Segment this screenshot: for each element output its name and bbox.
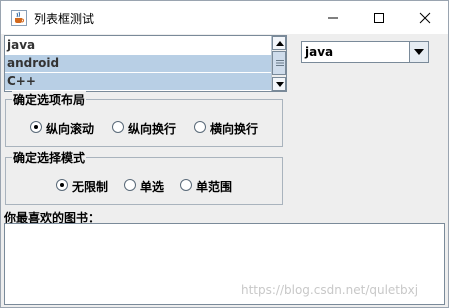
layout-group-title: 确定选项布局 [12, 91, 87, 108]
radio-dot [34, 125, 38, 129]
radio-label: 单范围 [196, 180, 233, 194]
scroll-up-button[interactable] [272, 36, 286, 50]
maximize-icon [374, 13, 384, 23]
radio-label: 纵向滚动 [46, 122, 95, 136]
language-combo[interactable]: java [301, 41, 429, 63]
combo-dropdown-button[interactable] [409, 42, 428, 62]
list-item[interactable]: C++ [5, 73, 273, 90]
radio-indicator[interactable] [30, 121, 42, 133]
java-cup-icon [11, 10, 27, 26]
maximize-button[interactable] [356, 1, 402, 34]
list-item[interactable]: java [5, 37, 273, 54]
close-icon [419, 12, 431, 24]
radio-dot [60, 183, 64, 187]
mode-group: 确定选择模式 无限制 单选 单范围 [5, 149, 283, 205]
radio-label: 横向换行 [210, 122, 259, 136]
window-title: 列表框测试 [34, 12, 95, 26]
radio-indicator[interactable] [194, 121, 206, 133]
app-window: 列表框测试 java android C++ java 确定选项布局 纵向滚动 … [0, 0, 449, 308]
radio-label: 纵向换行 [128, 122, 177, 136]
grip-icon [276, 60, 284, 66]
language-list[interactable]: java android C++ [4, 35, 287, 92]
minimize-button[interactable] [310, 1, 356, 34]
radio-indicator[interactable] [180, 179, 192, 191]
list-item[interactable]: android [5, 55, 273, 72]
list-scrollbar[interactable] [271, 36, 286, 91]
watermark: https://blog.csdn.net/quletbxj [241, 283, 419, 297]
arrow-up-icon [276, 41, 284, 46]
minimize-icon [328, 17, 338, 19]
layout-group: 确定选项布局 纵向滚动 纵向换行 横向换行 [5, 91, 283, 147]
radio-label: 无限制 [72, 180, 109, 194]
chevron-down-icon [414, 49, 424, 55]
arrow-down-icon [276, 82, 284, 87]
radio-label: 单选 [140, 180, 165, 194]
combo-value: java [305, 45, 334, 59]
scroll-down-button[interactable] [272, 77, 286, 91]
title-bar[interactable]: 列表框测试 [1, 1, 448, 34]
radio-indicator[interactable] [56, 179, 68, 191]
scroll-thumb[interactable] [272, 51, 286, 75]
close-button[interactable] [402, 1, 448, 34]
radio-indicator[interactable] [112, 121, 124, 133]
radio-indicator[interactable] [124, 179, 136, 191]
mode-group-title: 确定选择模式 [12, 149, 87, 166]
